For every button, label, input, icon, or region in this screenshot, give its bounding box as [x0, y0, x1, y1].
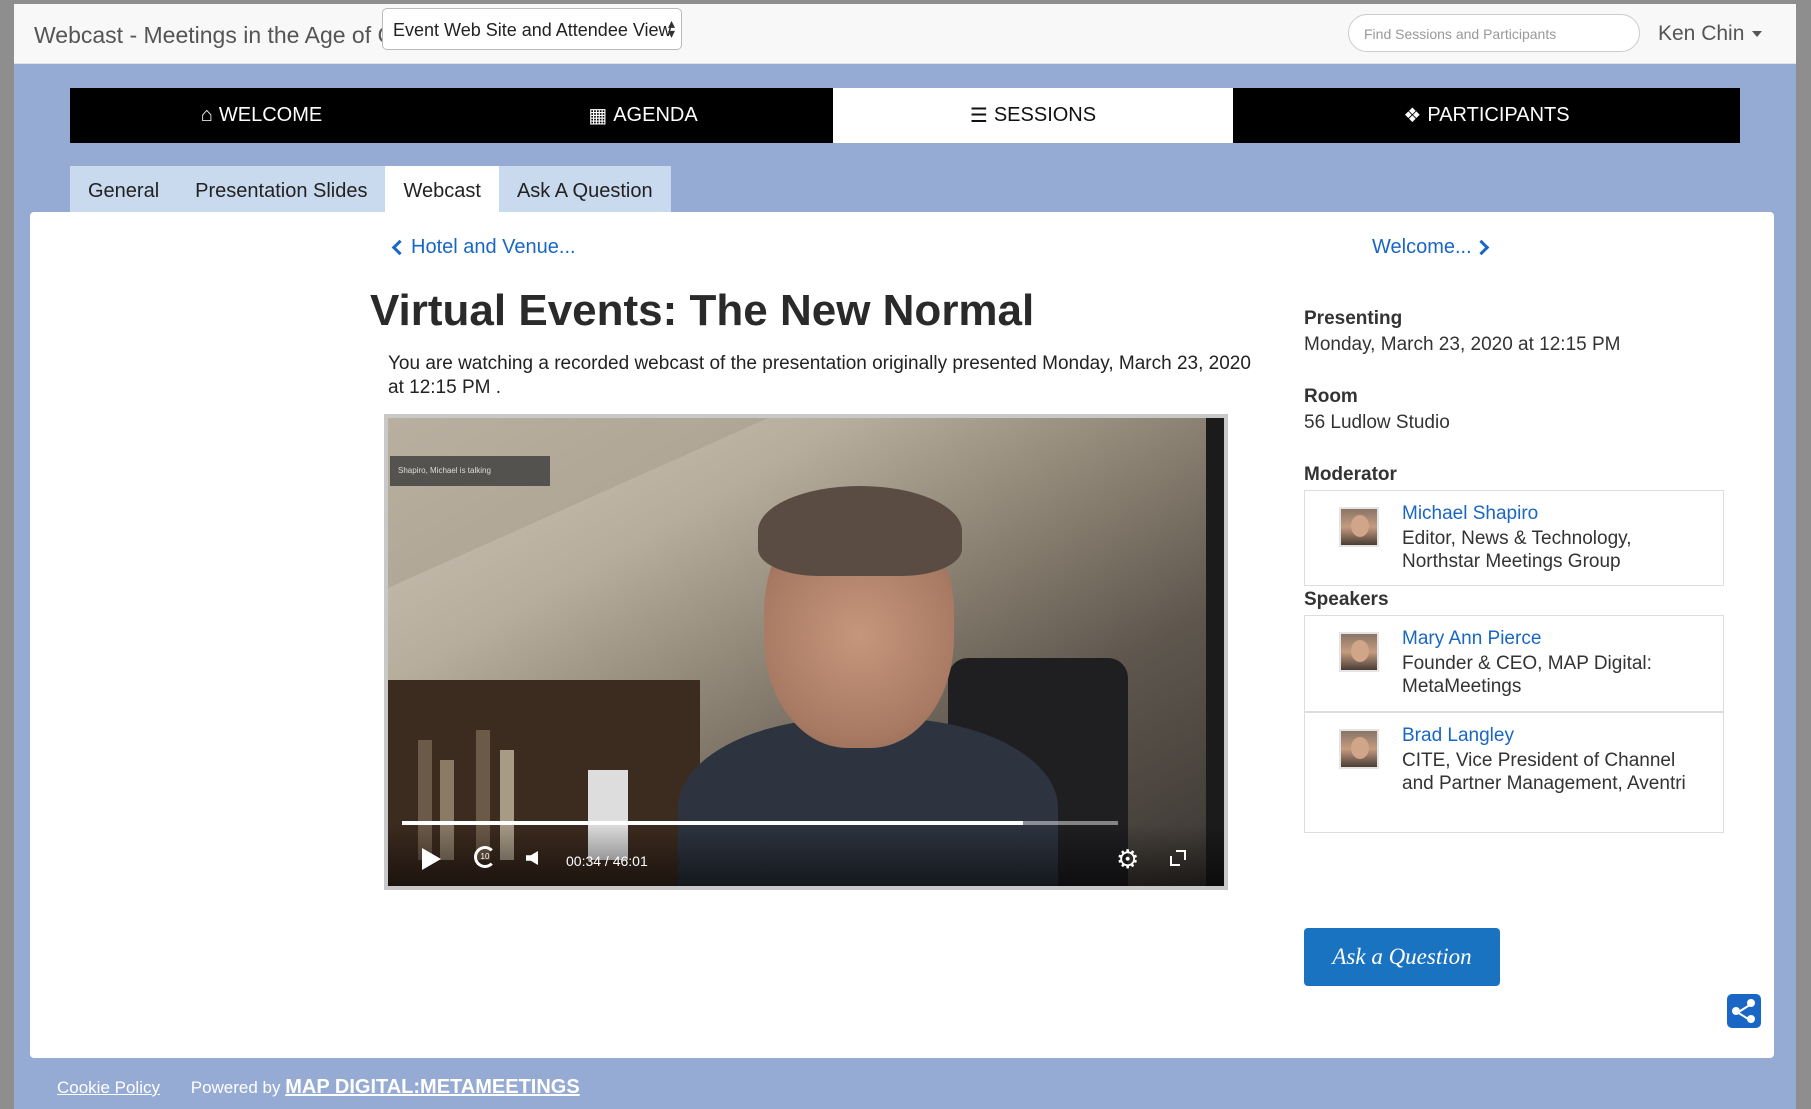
talking-indicator: Shapiro, Michael is talking [390, 456, 550, 486]
volume-icon[interactable] [526, 851, 538, 865]
webcast-note: You are watching a recorded webcast of t… [388, 353, 1251, 398]
page: Webcast - Meetings in the Age of C Event… [14, 4, 1796, 1109]
speaker-card: Mary Ann Pierce Founder & CEO, MAP Digit… [1304, 615, 1724, 712]
search-placeholder: Find Sessions and Participants [1364, 26, 1557, 42]
session-tabs: General Presentation Slides Webcast Ask … [70, 166, 671, 216]
caret-down-icon [1752, 31, 1763, 38]
powered-by-label: Powered by [190, 1078, 281, 1097]
speaker-card: Brad Langley CITE, Vice President of Cha… [1304, 712, 1724, 833]
chevron-right-icon [1473, 239, 1489, 256]
main-nav: ⌂ WELCOME ▦ AGENDA ☰ SESSIONS ❖ PARTICIP… [70, 88, 1740, 143]
time-readout: 00:34 / 46:01 [566, 853, 648, 869]
view-selector-value: Event Web Site and Attendee View [393, 20, 672, 40]
gear-icon[interactable]: ⚙ [1116, 846, 1139, 872]
share-icon-dot [1747, 999, 1755, 1007]
play-icon[interactable] [422, 848, 441, 870]
top-bar: Webcast - Meetings in the Age of C Event… [14, 4, 1796, 64]
share-icon-dot [1747, 1015, 1755, 1023]
rewind-10-icon[interactable]: 10 [474, 846, 496, 868]
list-icon: ☰ [969, 105, 988, 127]
chevron-left-icon [391, 239, 408, 256]
room-label: Room [1304, 386, 1358, 407]
nav-sessions-label: SESSIONS [993, 104, 1097, 126]
avatar-face [1351, 515, 1369, 537]
avatar [1339, 507, 1379, 547]
presenting-label: Presenting [1304, 308, 1403, 329]
prev-session-label: Hotel and Venue... [411, 236, 576, 258]
ask-question-button[interactable]: Ask a Question [1304, 928, 1500, 986]
speaker-role: Founder & CEO, MAP Digital: MetaMeetings [1402, 653, 1652, 697]
moderator-card: Michael Shapiro Editor, News & Technolog… [1304, 490, 1724, 586]
video-speaker-hair [758, 486, 962, 576]
tab-general[interactable]: General [70, 166, 178, 216]
tab-webcast[interactable]: Webcast [385, 166, 499, 216]
view-selector[interactable]: Event Web Site and Attendee View ▴ ▾ [382, 8, 682, 50]
nav-participants[interactable]: ❖ PARTICIPANTS [1233, 88, 1740, 143]
nav-welcome-label: WELCOME [218, 104, 323, 126]
video-frame [388, 418, 1224, 886]
moderator-role: Editor, News & Technology, Northstar Mee… [1402, 528, 1632, 572]
video-controls: 10 00:34 / 46:01 ⚙ [388, 824, 1224, 886]
cookie-policy-link[interactable]: Cookie Policy [57, 1078, 160, 1097]
speaker-role: CITE, Vice President of Channel and Part… [1402, 750, 1686, 794]
nav-participants-label: PARTICIPANTS [1427, 104, 1570, 126]
moderator-name-link[interactable]: Michael Shapiro [1402, 503, 1538, 525]
prev-session-link[interactable]: Hotel and Venue... [390, 236, 576, 259]
speakers-label: Speakers [1304, 589, 1389, 610]
content-panel: Hotel and Venue... Welcome... Virtual Ev… [30, 212, 1774, 1058]
nav-welcome[interactable]: ⌂ WELCOME [70, 88, 453, 143]
presenting-value: Monday, March 23, 2020 at 12:15 PM [1304, 334, 1621, 355]
next-session-label: Welcome... [1372, 236, 1472, 258]
fullscreen-icon[interactable] [1168, 848, 1188, 868]
home-icon: ⌂ [200, 104, 213, 126]
avatar-face [1351, 737, 1369, 759]
next-session-link[interactable]: Welcome... [1372, 236, 1489, 259]
nav-agenda[interactable]: ▦ AGENDA [453, 88, 833, 143]
users-icon: ❖ [1403, 105, 1422, 127]
nav-agenda-label: AGENDA [613, 104, 698, 126]
select-arrows-icon: ▴ ▾ [667, 15, 675, 41]
video-edge [1206, 418, 1224, 886]
app-title: Webcast - Meetings in the Age of C [34, 22, 395, 48]
user-menu[interactable]: Ken Chin [1658, 22, 1763, 46]
share-icon-dot [1732, 1007, 1740, 1015]
table-icon: ▦ [588, 105, 608, 127]
session-title: Virtual Events: The New Normal [370, 286, 1035, 335]
user-name: Ken Chin [1658, 22, 1745, 45]
speaker-name-link[interactable]: Brad Langley [1402, 725, 1514, 747]
nav-sessions[interactable]: ☰ SESSIONS [833, 88, 1233, 143]
footer: Cookie Policy Powered by MAP DIGITAL:MET… [57, 1076, 580, 1099]
moderator-label: Moderator [1304, 464, 1397, 485]
avatar [1339, 632, 1379, 672]
brand-link[interactable]: MAP DIGITAL:METAMEETINGS [285, 1076, 579, 1098]
room-value: 56 Ludlow Studio [1304, 412, 1450, 433]
avatar-face [1351, 640, 1369, 662]
current-time: 00:34 [566, 853, 602, 869]
speaker-name-link[interactable]: Mary Ann Pierce [1402, 628, 1541, 650]
video-player[interactable]: Shapiro, Michael is talking 10 00:34 / 4… [384, 414, 1228, 890]
share-icon[interactable] [1727, 994, 1761, 1028]
tab-presentation-slides[interactable]: Presentation Slides [177, 166, 386, 216]
avatar [1339, 729, 1379, 769]
duration: 46:01 [612, 853, 648, 869]
search-input[interactable]: Find Sessions and Participants [1348, 14, 1640, 52]
tab-ask-a-question[interactable]: Ask A Question [498, 166, 671, 216]
